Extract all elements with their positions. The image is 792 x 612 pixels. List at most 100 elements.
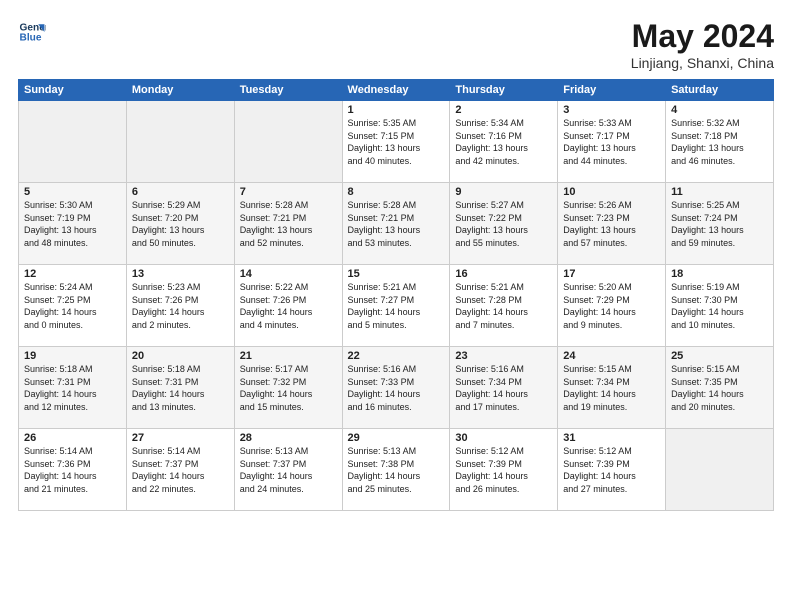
day-number: 23 [455, 350, 552, 362]
day-number: 16 [455, 268, 552, 280]
day-info: Sunrise: 5:14 AM Sunset: 7:36 PM Dayligh… [24, 445, 121, 495]
week-row: 1Sunrise: 5:35 AM Sunset: 7:15 PM Daylig… [19, 101, 774, 183]
day-info: Sunrise: 5:30 AM Sunset: 7:19 PM Dayligh… [24, 199, 121, 249]
day-number: 11 [671, 186, 768, 198]
day-number: 1 [348, 104, 445, 116]
day-header: Friday [558, 80, 666, 101]
day-cell: 12Sunrise: 5:24 AM Sunset: 7:25 PM Dayli… [19, 265, 127, 347]
location: Linjiang, Shanxi, China [631, 55, 774, 71]
month-title: May 2024 [631, 18, 774, 55]
title-block: May 2024 Linjiang, Shanxi, China [631, 18, 774, 71]
day-cell: 5Sunrise: 5:30 AM Sunset: 7:19 PM Daylig… [19, 183, 127, 265]
day-info: Sunrise: 5:18 AM Sunset: 7:31 PM Dayligh… [24, 363, 121, 413]
day-cell: 18Sunrise: 5:19 AM Sunset: 7:30 PM Dayli… [666, 265, 774, 347]
day-number: 18 [671, 268, 768, 280]
day-cell: 31Sunrise: 5:12 AM Sunset: 7:39 PM Dayli… [558, 429, 666, 511]
day-cell: 17Sunrise: 5:20 AM Sunset: 7:29 PM Dayli… [558, 265, 666, 347]
day-info: Sunrise: 5:28 AM Sunset: 7:21 PM Dayligh… [240, 199, 337, 249]
day-cell [666, 429, 774, 511]
day-info: Sunrise: 5:34 AM Sunset: 7:16 PM Dayligh… [455, 117, 552, 167]
day-info: Sunrise: 5:17 AM Sunset: 7:32 PM Dayligh… [240, 363, 337, 413]
day-info: Sunrise: 5:12 AM Sunset: 7:39 PM Dayligh… [563, 445, 660, 495]
header: General Blue May 2024 Linjiang, Shanxi, … [18, 18, 774, 71]
day-info: Sunrise: 5:15 AM Sunset: 7:35 PM Dayligh… [671, 363, 768, 413]
day-number: 3 [563, 104, 660, 116]
day-info: Sunrise: 5:15 AM Sunset: 7:34 PM Dayligh… [563, 363, 660, 413]
logo: General Blue [18, 18, 46, 46]
day-header: Tuesday [234, 80, 342, 101]
day-cell: 28Sunrise: 5:13 AM Sunset: 7:37 PM Dayli… [234, 429, 342, 511]
week-row: 19Sunrise: 5:18 AM Sunset: 7:31 PM Dayli… [19, 347, 774, 429]
day-number: 4 [671, 104, 768, 116]
day-info: Sunrise: 5:26 AM Sunset: 7:23 PM Dayligh… [563, 199, 660, 249]
day-cell: 30Sunrise: 5:12 AM Sunset: 7:39 PM Dayli… [450, 429, 558, 511]
day-header: Sunday [19, 80, 127, 101]
day-cell: 9Sunrise: 5:27 AM Sunset: 7:22 PM Daylig… [450, 183, 558, 265]
logo-icon: General Blue [18, 18, 46, 46]
day-number: 15 [348, 268, 445, 280]
day-number: 9 [455, 186, 552, 198]
day-number: 13 [132, 268, 229, 280]
day-cell: 3Sunrise: 5:33 AM Sunset: 7:17 PM Daylig… [558, 101, 666, 183]
day-cell [19, 101, 127, 183]
day-number: 26 [24, 432, 121, 444]
day-info: Sunrise: 5:32 AM Sunset: 7:18 PM Dayligh… [671, 117, 768, 167]
day-info: Sunrise: 5:21 AM Sunset: 7:27 PM Dayligh… [348, 281, 445, 331]
day-cell: 25Sunrise: 5:15 AM Sunset: 7:35 PM Dayli… [666, 347, 774, 429]
day-cell: 11Sunrise: 5:25 AM Sunset: 7:24 PM Dayli… [666, 183, 774, 265]
day-number: 14 [240, 268, 337, 280]
day-number: 29 [348, 432, 445, 444]
day-cell: 6Sunrise: 5:29 AM Sunset: 7:20 PM Daylig… [126, 183, 234, 265]
day-number: 27 [132, 432, 229, 444]
day-cell [126, 101, 234, 183]
day-number: 6 [132, 186, 229, 198]
day-number: 7 [240, 186, 337, 198]
day-number: 22 [348, 350, 445, 362]
day-info: Sunrise: 5:23 AM Sunset: 7:26 PM Dayligh… [132, 281, 229, 331]
day-cell: 15Sunrise: 5:21 AM Sunset: 7:27 PM Dayli… [342, 265, 450, 347]
day-header: Saturday [666, 80, 774, 101]
day-info: Sunrise: 5:35 AM Sunset: 7:15 PM Dayligh… [348, 117, 445, 167]
day-number: 8 [348, 186, 445, 198]
svg-text:Blue: Blue [20, 33, 42, 44]
day-info: Sunrise: 5:14 AM Sunset: 7:37 PM Dayligh… [132, 445, 229, 495]
day-cell: 1Sunrise: 5:35 AM Sunset: 7:15 PM Daylig… [342, 101, 450, 183]
day-info: Sunrise: 5:21 AM Sunset: 7:28 PM Dayligh… [455, 281, 552, 331]
day-cell: 23Sunrise: 5:16 AM Sunset: 7:34 PM Dayli… [450, 347, 558, 429]
day-info: Sunrise: 5:18 AM Sunset: 7:31 PM Dayligh… [132, 363, 229, 413]
day-info: Sunrise: 5:29 AM Sunset: 7:20 PM Dayligh… [132, 199, 229, 249]
day-cell: 24Sunrise: 5:15 AM Sunset: 7:34 PM Dayli… [558, 347, 666, 429]
week-row: 26Sunrise: 5:14 AM Sunset: 7:36 PM Dayli… [19, 429, 774, 511]
day-cell: 26Sunrise: 5:14 AM Sunset: 7:36 PM Dayli… [19, 429, 127, 511]
day-number: 12 [24, 268, 121, 280]
day-info: Sunrise: 5:13 AM Sunset: 7:38 PM Dayligh… [348, 445, 445, 495]
day-cell: 4Sunrise: 5:32 AM Sunset: 7:18 PM Daylig… [666, 101, 774, 183]
day-cell: 16Sunrise: 5:21 AM Sunset: 7:28 PM Dayli… [450, 265, 558, 347]
day-info: Sunrise: 5:13 AM Sunset: 7:37 PM Dayligh… [240, 445, 337, 495]
day-number: 5 [24, 186, 121, 198]
day-cell: 20Sunrise: 5:18 AM Sunset: 7:31 PM Dayli… [126, 347, 234, 429]
day-info: Sunrise: 5:16 AM Sunset: 7:33 PM Dayligh… [348, 363, 445, 413]
day-cell: 7Sunrise: 5:28 AM Sunset: 7:21 PM Daylig… [234, 183, 342, 265]
day-header: Monday [126, 80, 234, 101]
day-info: Sunrise: 5:19 AM Sunset: 7:30 PM Dayligh… [671, 281, 768, 331]
day-number: 10 [563, 186, 660, 198]
day-number: 2 [455, 104, 552, 116]
day-cell: 10Sunrise: 5:26 AM Sunset: 7:23 PM Dayli… [558, 183, 666, 265]
day-info: Sunrise: 5:20 AM Sunset: 7:29 PM Dayligh… [563, 281, 660, 331]
day-info: Sunrise: 5:24 AM Sunset: 7:25 PM Dayligh… [24, 281, 121, 331]
day-number: 19 [24, 350, 121, 362]
day-cell: 2Sunrise: 5:34 AM Sunset: 7:16 PM Daylig… [450, 101, 558, 183]
day-number: 21 [240, 350, 337, 362]
day-info: Sunrise: 5:16 AM Sunset: 7:34 PM Dayligh… [455, 363, 552, 413]
day-number: 17 [563, 268, 660, 280]
day-number: 31 [563, 432, 660, 444]
day-number: 25 [671, 350, 768, 362]
day-number: 30 [455, 432, 552, 444]
day-cell: 13Sunrise: 5:23 AM Sunset: 7:26 PM Dayli… [126, 265, 234, 347]
day-cell [234, 101, 342, 183]
day-info: Sunrise: 5:27 AM Sunset: 7:22 PM Dayligh… [455, 199, 552, 249]
day-number: 24 [563, 350, 660, 362]
day-cell: 19Sunrise: 5:18 AM Sunset: 7:31 PM Dayli… [19, 347, 127, 429]
day-cell: 14Sunrise: 5:22 AM Sunset: 7:26 PM Dayli… [234, 265, 342, 347]
